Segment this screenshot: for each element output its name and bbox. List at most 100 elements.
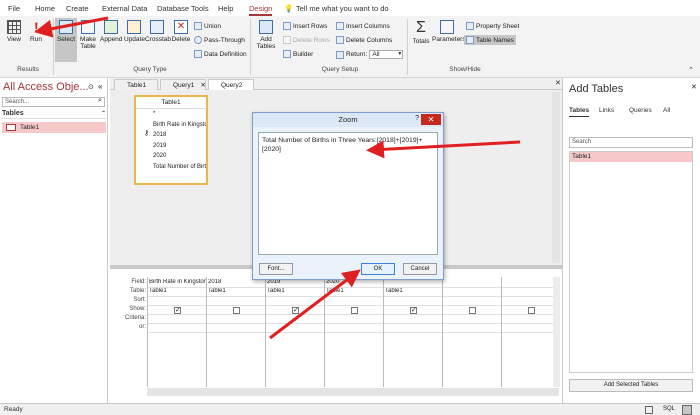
nav-search-input[interactable]: Search... (2, 97, 105, 107)
close-icon[interactable]: ✕ (200, 82, 205, 89)
show-checkbox[interactable]: ✓ (410, 307, 417, 314)
pass-through-button[interactable]: Pass-Through (194, 36, 245, 44)
doc-tab-query2[interactable]: Query2 (208, 79, 254, 90)
data-definition-button[interactable]: Data Definition (194, 50, 247, 58)
grid-row-label: Field: (131, 279, 146, 285)
datasheet-view-icon[interactable] (645, 406, 653, 414)
parameters-button[interactable]: Parameters (432, 20, 466, 43)
return-select[interactable]: All ▼ (369, 50, 404, 59)
make-table-button[interactable]: Make Table (78, 20, 98, 50)
builder-button[interactable]: Builder (283, 50, 313, 58)
grid-column[interactable]: Table1 ✓ (383, 277, 442, 387)
design-view-icon[interactable] (682, 405, 692, 415)
zoom-expression-textarea[interactable]: Total Number of Births in Three Years:[2… (258, 132, 438, 255)
doc-tab-query1[interactable]: Query1 ✕ (160, 79, 206, 90)
update-button[interactable]: Update (124, 20, 145, 43)
sql-view-button[interactable]: SQL (663, 406, 675, 412)
grid-column[interactable] (501, 277, 560, 387)
grid-column[interactable]: 2020 Table1 (324, 277, 383, 387)
delete-columns-button[interactable]: Delete Columns (336, 36, 392, 44)
add-tables-title: Add Tables (569, 83, 624, 95)
tab-database-tools[interactable]: Database Tools (157, 4, 209, 13)
update-pencil-icon (127, 20, 141, 34)
tab-external-data[interactable]: External Data (102, 4, 147, 13)
view-button[interactable]: View (4, 20, 24, 43)
delete-rows-icon (283, 36, 291, 44)
field-list-item[interactable]: Total Number of Birth (136, 162, 206, 173)
doc-tab-table1[interactable]: Table1 (114, 79, 158, 90)
show-checkbox[interactable] (233, 307, 240, 314)
close-icon[interactable]: ✕ (691, 83, 697, 91)
add-tables-list[interactable]: Table1 (569, 151, 693, 373)
tab-home[interactable]: Home (35, 4, 55, 13)
add-tables-button[interactable]: Add Tables (254, 20, 278, 50)
show-checkbox[interactable] (528, 307, 535, 314)
grid-column[interactable]: 2018 Table1 (206, 277, 265, 387)
grid-column[interactable]: Birth Rate in Kingston Table1 ✓ (147, 277, 206, 387)
insert-rows-icon (283, 22, 291, 30)
union-icon (194, 22, 202, 30)
collapse-nav-icon[interactable]: « (98, 82, 102, 91)
add-tab-tables[interactable]: Tables (569, 107, 589, 114)
grid-column[interactable]: 2019 Table1 ✓ (265, 277, 324, 387)
add-tables-item[interactable]: Table1 (570, 152, 692, 162)
add-selected-tables-button[interactable]: Add Selected Tables (569, 379, 693, 392)
return-icon (336, 50, 344, 59)
delete-query-button[interactable]: ✕ Delete (171, 20, 191, 43)
union-button[interactable]: Union (194, 22, 221, 30)
add-tab-queries[interactable]: Queries (629, 107, 652, 114)
nav-menu-icon[interactable]: ⊙ (88, 83, 94, 91)
append-button[interactable]: Append (100, 20, 122, 43)
tab-file[interactable]: File (8, 4, 20, 13)
add-tables-search-input[interactable]: Search (569, 137, 693, 148)
show-checkbox[interactable]: ✓ (174, 307, 181, 314)
status-bar: Ready SQL (0, 403, 700, 415)
field-list-item[interactable]: 2020 (136, 151, 206, 162)
parameters-icon (440, 20, 454, 34)
show-checkbox[interactable]: ✓ (292, 307, 299, 314)
table-names-button[interactable]: Table Names (464, 35, 516, 45)
help-icon[interactable]: ? (415, 115, 419, 122)
insert-columns-button[interactable]: Insert Columns (336, 22, 390, 30)
property-sheet-button[interactable]: Property Sheet (466, 22, 519, 30)
font-button[interactable]: Font... (259, 263, 293, 275)
tab-create[interactable]: Create (66, 4, 89, 13)
insert-rows-button[interactable]: Insert Rows (283, 22, 327, 30)
query-design-grid: Field: Table: Sort: Show: Criteria: or: … (110, 269, 562, 403)
run-button[interactable]: ! Run (27, 20, 45, 43)
zoom-dialog: Zoom ? ✕ Total Number of Births in Three… (252, 112, 444, 280)
design-vertical-scrollbar[interactable] (552, 92, 560, 263)
ok-button[interactable]: OK (361, 263, 395, 275)
make-table-icon (81, 20, 95, 34)
tab-help[interactable]: Help (218, 4, 233, 13)
field-list-item[interactable]: 2019 (136, 141, 206, 152)
add-tab-all[interactable]: All (663, 107, 670, 114)
field-list-item[interactable]: * (136, 109, 206, 120)
add-tab-links[interactable]: Links (599, 107, 614, 114)
query-setup-group-label: Query Setup (321, 66, 359, 73)
field-list-table1[interactable]: Table1 * Birth Rate in Kingston 2018 201… (134, 95, 208, 185)
tell-me-search[interactable]: Tell me what you want to do (296, 4, 389, 13)
crosstab-button[interactable]: Crosstab (145, 20, 171, 43)
delete-x-icon: ✕ (174, 20, 188, 34)
close-document-icon[interactable]: ✕ (555, 79, 561, 87)
totals-button[interactable]: Σ Totals (411, 20, 431, 46)
collapse-ribbon-icon[interactable]: ⌃ (688, 66, 694, 74)
grid-horizontal-scrollbar[interactable] (147, 388, 559, 396)
show-checkbox[interactable] (469, 307, 476, 314)
show-checkbox[interactable] (351, 307, 358, 314)
nav-title[interactable]: All Access Obje... (3, 81, 89, 93)
delete-rows-button[interactable]: Delete Rows (283, 36, 330, 44)
nav-item-table1[interactable]: Table1 (2, 122, 106, 133)
add-tables-icon (259, 20, 273, 34)
select-button[interactable]: Select (55, 18, 77, 62)
nav-tables-header[interactable]: Tables ⌃ (2, 110, 106, 119)
zoom-close-button[interactable]: ✕ (421, 114, 441, 125)
ribbon-separator (250, 19, 251, 75)
grid-column[interactable] (442, 277, 501, 387)
return-control: Return: All ▼ (336, 50, 404, 59)
tab-design[interactable]: Design (249, 4, 273, 16)
grid-vertical-scrollbar[interactable] (553, 277, 560, 387)
cancel-button[interactable]: Cancel (403, 263, 437, 275)
navigation-pane: All Access Obje... ⊙ « Search... ⌕ Table… (0, 78, 108, 403)
